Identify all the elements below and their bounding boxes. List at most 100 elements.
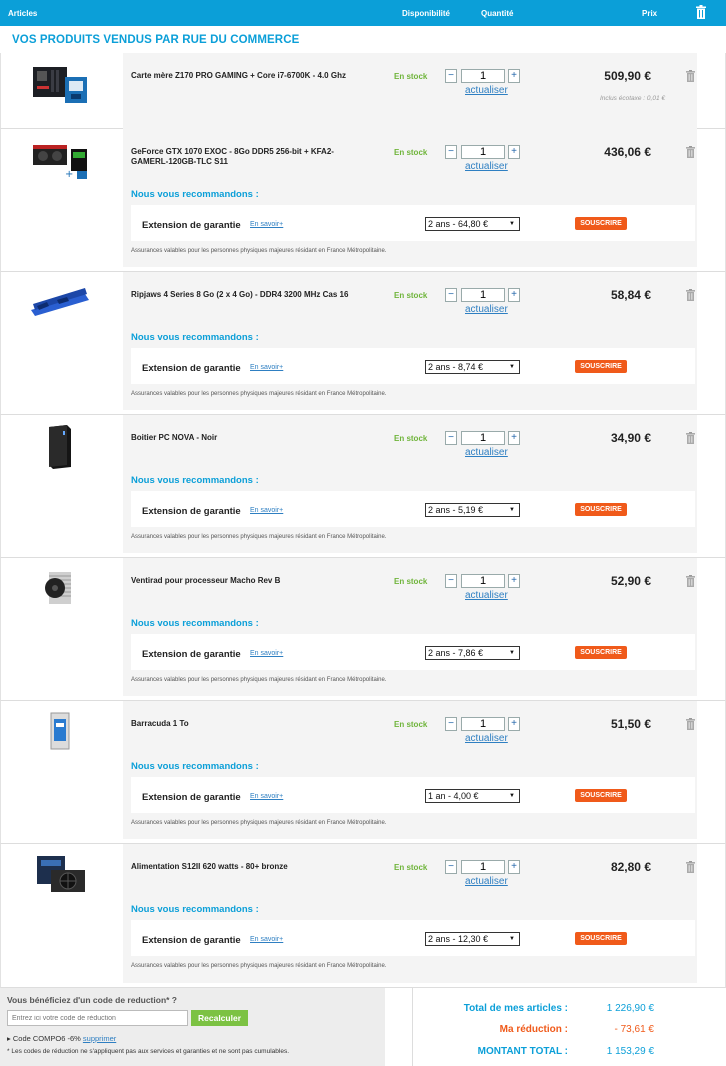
increase-qty-button[interactable]: +	[508, 574, 520, 588]
power-supply-image[interactable]	[27, 852, 93, 898]
cpu-cooler-image[interactable]	[27, 566, 93, 612]
recommend-title: Nous vous recommandons :	[131, 761, 259, 772]
warranty-select[interactable]: 2 ans - 5,19 € ▼	[425, 503, 520, 517]
warranty-select[interactable]: 2 ans - 7,86 € ▼	[425, 646, 520, 660]
update-link[interactable]: actualiser	[465, 447, 508, 458]
trash-icon[interactable]	[686, 70, 695, 82]
product-price: 52,90 €	[610, 574, 651, 588]
stock-status: En stock	[394, 577, 428, 586]
graphics-card-image[interactable]: +	[27, 137, 93, 183]
quantity-input[interactable]	[461, 69, 505, 83]
stock-status: En stock	[394, 720, 428, 729]
update-link[interactable]: actualiser	[465, 876, 508, 887]
cart-row: Boitier PC NOVA - Noir En stock − +actualis…	[0, 415, 726, 558]
header-quantity: Quantité	[481, 9, 514, 18]
product-price: 82,80 €	[610, 860, 651, 874]
update-link[interactable]: actualiser	[465, 590, 508, 601]
stock-status: En stock	[394, 291, 428, 300]
learn-more-link[interactable]: En savoir+	[250, 793, 283, 800]
increase-qty-button[interactable]: +	[508, 717, 520, 731]
warranty-select[interactable]: 2 ans - 12,30 € ▼	[425, 932, 520, 946]
product-name[interactable]: GeForce GTX 1070 EXOC - 8Go DDR5 256-bit…	[131, 147, 367, 167]
applied-code: ▸ Code COMPO6 -6% supprimer	[7, 1034, 116, 1043]
trash-all-icon[interactable]	[696, 5, 706, 19]
ram-image[interactable]	[27, 280, 93, 326]
update-link[interactable]: actualiser	[465, 85, 508, 96]
product-name[interactable]: Boitier PC NOVA - Noir	[131, 433, 367, 443]
warranty-select[interactable]: 1 an - 4,00 € ▼	[425, 789, 520, 803]
trash-icon[interactable]	[686, 861, 695, 873]
decrease-qty-button[interactable]: −	[445, 574, 457, 588]
subscribe-button[interactable]: SOUSCRIRE	[575, 217, 627, 230]
ecotax-note: Inclus écotaxe : 0,01 €	[599, 95, 665, 102]
product-name[interactable]: Carte mère Z170 PRO GAMING + Core i7-670…	[131, 71, 367, 81]
increase-qty-button[interactable]: +	[508, 69, 520, 83]
increase-qty-button[interactable]: +	[508, 860, 520, 874]
increase-qty-button[interactable]: +	[508, 288, 520, 302]
decrease-qty-button[interactable]: −	[445, 860, 457, 874]
subscribe-button[interactable]: SOUSCRIRE	[575, 789, 627, 802]
learn-more-link[interactable]: En savoir+	[250, 364, 283, 371]
insurance-note: Assurances valables pour les personnes p…	[131, 820, 387, 826]
product-name[interactable]: Barracuda 1 To	[131, 719, 367, 729]
update-link[interactable]: actualiser	[465, 304, 508, 315]
row-background	[123, 53, 697, 129]
stock-status: En stock	[394, 148, 428, 157]
warranty-selected-value: 1 an - 4,00 €	[428, 791, 479, 801]
motherboard-cpu-image[interactable]	[27, 61, 93, 107]
warranty-selected-value: 2 ans - 12,30 €	[428, 934, 489, 944]
quantity-input[interactable]	[461, 717, 505, 731]
pc-case-image[interactable]	[27, 423, 93, 469]
insurance-note: Assurances valables pour les personnes p…	[131, 677, 387, 683]
update-link[interactable]: actualiser	[465, 161, 508, 172]
product-name[interactable]: Ripjaws 4 Series 8 Go (2 x 4 Go) - DDR4 …	[131, 290, 367, 300]
product-name[interactable]: Ventirad pour processeur Macho Rev B	[131, 576, 367, 586]
remove-code-link[interactable]: supprimer	[83, 1034, 116, 1043]
quantity-input[interactable]	[461, 574, 505, 588]
warranty-box: Extension de garantie En savoir+ 2 ans - 7…	[131, 634, 695, 670]
learn-more-link[interactable]: En savoir+	[250, 650, 283, 657]
increase-qty-button[interactable]: +	[508, 431, 520, 445]
trash-icon[interactable]	[686, 146, 695, 158]
warranty-select[interactable]: 2 ans - 8,74 € ▼	[425, 360, 520, 374]
recommend-title: Nous vous recommandons :	[131, 618, 259, 629]
subscribe-button[interactable]: SOUSCRIRE	[575, 360, 627, 373]
trash-icon[interactable]	[686, 575, 695, 587]
trash-icon[interactable]	[686, 718, 695, 730]
subscribe-button[interactable]: SOUSCRIRE	[575, 932, 627, 945]
recommend-title: Nous vous recommandons :	[131, 189, 259, 200]
learn-more-link[interactable]: En savoir+	[250, 221, 283, 228]
decrease-qty-button[interactable]: −	[445, 69, 457, 83]
section-title: VOS PRODUITS VENDUS PAR RUE DU COMMERCE	[12, 34, 300, 46]
update-link[interactable]: actualiser	[465, 733, 508, 744]
recalculate-button[interactable]: Recalculer	[191, 1010, 248, 1026]
dropdown-arrow-icon: ▼	[509, 936, 515, 942]
decrease-qty-button[interactable]: −	[445, 145, 457, 159]
increase-qty-button[interactable]: +	[508, 145, 520, 159]
stock-status: En stock	[394, 863, 428, 872]
decrease-qty-button[interactable]: −	[445, 288, 457, 302]
cart-header: Articles Disponibilité Quantité Prix	[0, 0, 726, 26]
learn-more-link[interactable]: En savoir+	[250, 936, 283, 943]
quantity-input[interactable]	[461, 288, 505, 302]
learn-more-link[interactable]: En savoir+	[250, 507, 283, 514]
dropdown-arrow-icon: ▼	[509, 507, 515, 513]
reduction-value: - 73,61 €	[614, 1024, 654, 1035]
product-name[interactable]: Alimentation S12II 620 watts - 80+ bronz…	[131, 862, 367, 872]
quantity-input[interactable]	[461, 431, 505, 445]
quantity-input[interactable]	[461, 860, 505, 874]
trash-icon[interactable]	[686, 432, 695, 444]
promo-code-input[interactable]	[7, 1010, 188, 1026]
stock-status: En stock	[394, 72, 428, 81]
warranty-select[interactable]: 2 ans - 64,80 € ▼	[425, 217, 520, 231]
decrease-qty-button[interactable]: −	[445, 431, 457, 445]
warranty-selected-value: 2 ans - 7,86 €	[428, 648, 484, 658]
warranty-label: Extension de garantie	[142, 649, 241, 660]
subscribe-button[interactable]: SOUSCRIRE	[575, 646, 627, 659]
trash-icon[interactable]	[686, 289, 695, 301]
subscribe-button[interactable]: SOUSCRIRE	[575, 503, 627, 516]
header-price: Prix	[642, 9, 658, 18]
quantity-input[interactable]	[461, 145, 505, 159]
decrease-qty-button[interactable]: −	[445, 717, 457, 731]
hard-drive-image[interactable]	[27, 709, 93, 755]
